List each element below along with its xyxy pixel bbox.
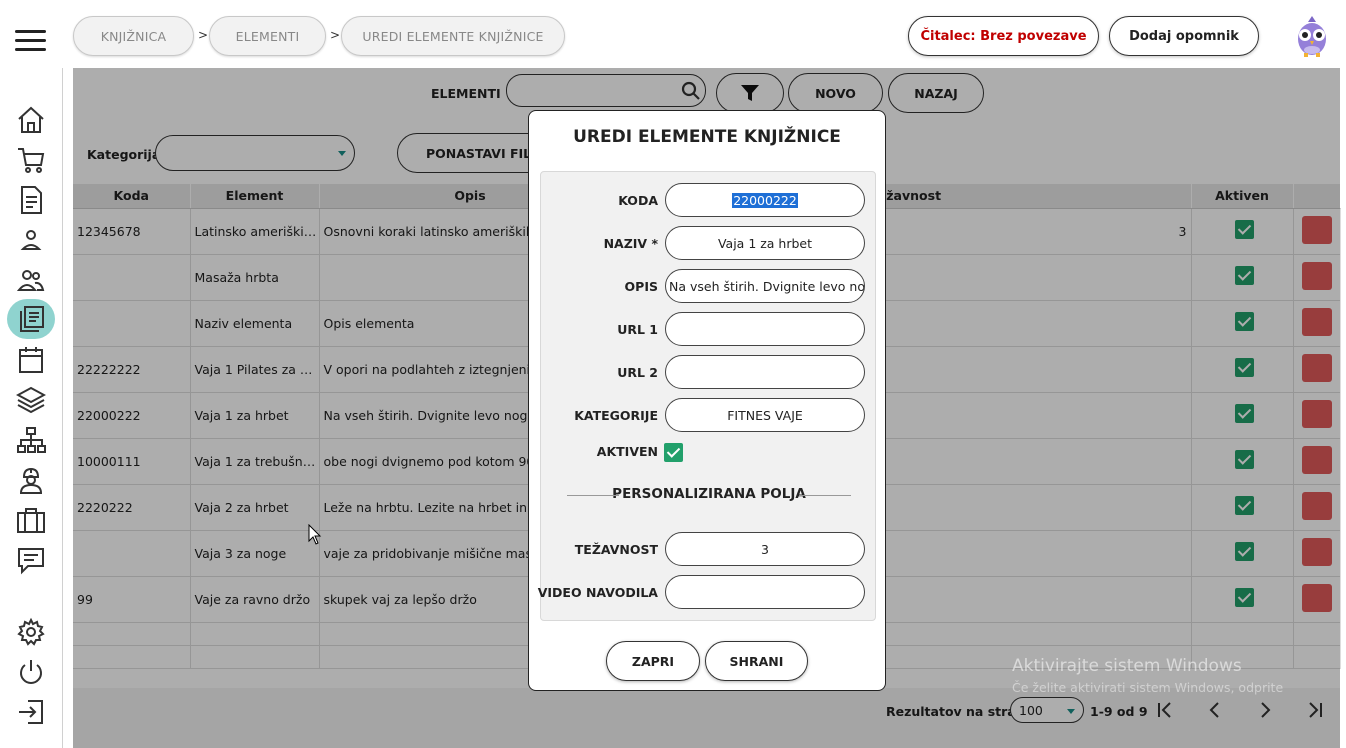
- cart-icon[interactable]: [14, 143, 48, 177]
- kategorije-value: FITNES VAJE: [727, 407, 803, 423]
- naziv-label: NAZIV *: [603, 236, 658, 251]
- home-icon[interactable]: [14, 103, 48, 137]
- koda-field[interactable]: 22000222: [665, 183, 865, 217]
- video-instructions-label: VIDEO NAVODILA: [537, 585, 658, 600]
- tezavnost-field[interactable]: 3: [665, 532, 865, 566]
- breadcrumb-separator: >: [330, 28, 341, 42]
- kategorije-label: KATEGORIJE: [574, 408, 658, 423]
- briefcase-icon[interactable]: [14, 503, 48, 537]
- users-icon[interactable]: [14, 263, 48, 297]
- koda-value: 22000222: [732, 192, 798, 208]
- chat-icon[interactable]: [14, 543, 48, 577]
- dialog-title: UREDI ELEMENTE KNJIŽNICE: [573, 127, 841, 147]
- breadcrumb-item-elements[interactable]: ELEMENTI: [209, 16, 326, 56]
- library-icon[interactable]: [7, 299, 55, 339]
- tezavnost-label: TEŽAVNOST: [574, 542, 658, 557]
- naziv-field[interactable]: Vaja 1 za hrbet: [665, 226, 865, 260]
- power-icon[interactable]: [14, 655, 48, 689]
- layers-icon[interactable]: [14, 383, 48, 417]
- save-button[interactable]: SHRANI: [705, 641, 808, 681]
- document-icon[interactable]: [14, 183, 48, 217]
- breadcrumb-item-edit-elements[interactable]: UREDI ELEMENTE KNJIŽNICE: [341, 16, 565, 56]
- hierarchy-icon[interactable]: [14, 423, 48, 457]
- kategorije-field[interactable]: FITNES VAJE: [665, 398, 865, 432]
- edit-element-dialog: UREDI ELEMENTE KNJIŽNICE KODA 22000222 N…: [528, 110, 886, 691]
- dialog-form-panel: KODA 22000222 NAZIV * Vaja 1 za hrbet OP…: [537, 171, 876, 621]
- breadcrumb-item-library[interactable]: KNJIŽNICA: [73, 16, 194, 56]
- owl-avatar-icon[interactable]: [1292, 14, 1332, 58]
- calendar-icon[interactable]: [14, 343, 48, 377]
- user-icon[interactable]: [14, 223, 48, 257]
- sidebar: [0, 68, 63, 748]
- naziv-value: Vaja 1 za hrbet: [717, 235, 813, 251]
- koda-label: KODA: [618, 193, 658, 208]
- url2-field[interactable]: [665, 355, 865, 389]
- reader-status-button[interactable]: Čitalec: Brez povezave: [908, 16, 1099, 56]
- tezavnost-value: 3: [761, 541, 769, 557]
- menu-icon[interactable]: [15, 30, 46, 54]
- gear-icon[interactable]: [14, 615, 48, 649]
- url2-label: URL 2: [617, 365, 658, 380]
- url1-label: URL 1: [617, 322, 658, 337]
- windows-activation-watermark-title: Aktivirajte sistem Windows: [1012, 656, 1242, 676]
- video-instructions-field[interactable]: [665, 575, 865, 609]
- close-button[interactable]: ZAPRI: [606, 641, 700, 681]
- logout-icon[interactable]: [14, 695, 48, 729]
- aktiven-checkbox[interactable]: [664, 443, 683, 462]
- mouse-cursor-icon: [308, 524, 322, 545]
- opis-value: Na vseh štirih. Dvignite levo nogo in de…: [669, 278, 865, 294]
- opis-field[interactable]: Na vseh štirih. Dvignite levo nogo in de…: [665, 269, 865, 303]
- worker-icon[interactable]: [14, 463, 48, 497]
- top-bar: KNJIŽNICA > ELEMENTI > UREDI ELEMENTE KN…: [0, 0, 1346, 68]
- aktiven-label: AKTIVEN: [596, 444, 658, 459]
- add-reminder-button[interactable]: Dodaj opomnik: [1109, 16, 1259, 56]
- windows-activation-watermark-text: Če želite aktivirati sistem Windows, odp…: [1012, 680, 1284, 695]
- breadcrumb-separator: >: [198, 28, 209, 42]
- custom-fields-section-title: PERSONALIZIRANA POLJA: [567, 486, 851, 502]
- url1-field[interactable]: [665, 312, 865, 346]
- opis-label: OPIS: [624, 279, 658, 294]
